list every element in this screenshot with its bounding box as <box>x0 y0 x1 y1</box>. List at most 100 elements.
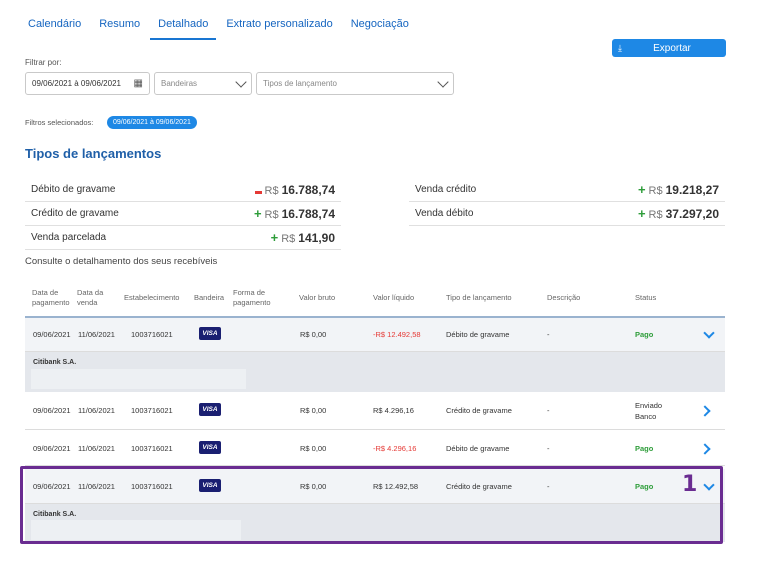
summary-value: 141,90 <box>298 230 335 245</box>
cell-description: - <box>547 444 550 453</box>
currency-symbol: R$ <box>281 232 296 245</box>
cell-gross: R$ 0,00 <box>300 444 327 453</box>
tab-negociacao[interactable]: Negociação <box>343 12 417 40</box>
chevron-right-icon[interactable] <box>699 443 711 455</box>
summary-value: 37.297,20 <box>665 206 719 221</box>
selected-filter-chip[interactable]: 09/06/2021 à 09/06/2021 <box>107 116 197 129</box>
cell-establishment: 1003716021 <box>131 406 173 415</box>
plus-icon: + <box>270 229 279 245</box>
currency-symbol: R$ <box>264 208 279 221</box>
summary-label: Venda crédito <box>415 184 477 195</box>
summary-amount: + R$ 16.788,74 <box>254 207 335 221</box>
summary-label: Débito de gravame <box>31 184 116 195</box>
cell-sale-date: 11/06/2021 <box>78 444 115 453</box>
minus-icon <box>254 190 262 194</box>
cell-pay-date: 09/06/2021 <box>33 406 71 415</box>
section-title: Tipos de lançamentos <box>25 146 162 161</box>
visa-logo: VISA <box>199 441 221 454</box>
summary-row-venda-credito: Venda crédito + R$ 19.218,27 <box>409 178 725 202</box>
entry-types-select[interactable]: Tipos de lançamento <box>256 72 454 95</box>
status-line: Enviado <box>635 401 663 410</box>
header-line: pagamento <box>233 298 271 307</box>
status-badge: Enviado Banco <box>635 400 662 422</box>
summary-label: Venda débito <box>415 208 474 219</box>
header-line: Forma de <box>233 288 266 297</box>
status-badge: Pago <box>635 330 654 339</box>
chevron-down-icon[interactable] <box>703 327 715 339</box>
header-data-pagamento: Data de pagamento <box>32 288 70 308</box>
summary-value: 16.788,74 <box>281 182 335 197</box>
cell-type: Débito de gravame <box>446 444 510 453</box>
plus-icon: + <box>637 205 646 221</box>
summary-row-debito-gravame: Débito de gravame R$ 16.788,74 <box>25 178 341 202</box>
cell-type: Crédito de gravame <box>446 406 512 415</box>
download-icon: ⤓ <box>618 42 622 53</box>
tab-bar: Calendário Resumo Detalhado Extrato pers… <box>20 12 417 40</box>
tab-calendario[interactable]: Calendário <box>20 12 89 40</box>
currency-symbol: R$ <box>648 184 663 197</box>
detail-subtitle: Consulte o detalhamento dos seus recebív… <box>25 256 218 267</box>
filter-label: Filtrar por: <box>25 58 62 67</box>
summary-row-venda-debito: Venda débito + R$ 37.297,20 <box>409 202 725 226</box>
summary-amount: + R$ 37.297,20 <box>638 207 719 221</box>
detail-placeholder <box>31 369 246 389</box>
header-descricao: Descrição <box>547 293 581 302</box>
tab-detalhado[interactable]: Detalhado <box>150 12 217 40</box>
summary-label: Venda parcelada <box>31 232 107 243</box>
status-badge: Pago <box>635 444 654 453</box>
visa-logo: VISA <box>199 403 221 416</box>
summary-amount: R$ 16.788,74 <box>254 182 335 197</box>
export-button[interactable]: ⤓ Exportar <box>612 39 726 57</box>
table-row[interactable]: 09/06/2021 11/06/2021 1003716021 VISA R$… <box>25 392 725 430</box>
header-line: pagamento <box>32 298 70 307</box>
flags-select[interactable]: Bandeiras <box>154 72 252 95</box>
date-range-field[interactable]: 09/06/2021 à 09/06/2021 ▦ <box>25 72 150 95</box>
summary-amount: + R$ 141,90 <box>271 231 335 245</box>
detail-bank-name: Citibank S.A. <box>33 359 77 366</box>
plus-icon: + <box>637 181 646 197</box>
currency-symbol: R$ <box>264 184 279 197</box>
header-line: Data de <box>32 288 59 297</box>
annotation-marker: 1 <box>682 472 698 497</box>
summary-value: 16.788,74 <box>281 206 335 221</box>
cell-net: -R$ 4.296,16 <box>373 444 417 453</box>
date-range-value: 09/06/2021 à 09/06/2021 <box>32 79 121 88</box>
cell-gross: R$ 0,00 <box>300 406 327 415</box>
summary-row-credito-gravame: Crédito de gravame + R$ 16.788,74 <box>25 202 341 226</box>
entry-types-placeholder: Tipos de lançamento <box>263 79 337 88</box>
header-data-venda: Data da venda <box>77 288 103 308</box>
visa-logo: VISA <box>199 327 221 340</box>
cell-pay-date: 09/06/2021 <box>33 444 71 453</box>
summary-label: Crédito de gravame <box>31 208 119 219</box>
cell-pay-date: 09/06/2021 <box>33 330 71 339</box>
cell-gross: R$ 0,00 <box>300 330 327 339</box>
cell-type: Débito de gravame <box>446 330 510 339</box>
header-estabelecimento: Estabelecimento <box>124 293 180 302</box>
summary-amount: + R$ 19.218,27 <box>638 183 719 197</box>
summary-value: 19.218,27 <box>665 182 719 197</box>
cell-sale-date: 11/06/2021 <box>78 330 115 339</box>
table-row[interactable]: 09/06/2021 11/06/2021 1003716021 VISA R$… <box>25 318 725 352</box>
header-valor-liquido: Valor líquido <box>373 293 415 302</box>
header-valor-bruto: Valor bruto <box>299 293 336 302</box>
highlight-box <box>20 466 723 544</box>
header-line: venda <box>77 298 98 307</box>
export-button-label: Exportar <box>653 42 691 54</box>
header-bandeira: Bandeira <box>194 293 225 302</box>
chevron-down-icon <box>437 75 449 88</box>
tab-extrato-personalizado[interactable]: Extrato personalizado <box>218 12 340 40</box>
table-row[interactable]: 09/06/2021 11/06/2021 1003716021 VISA R$… <box>25 430 725 466</box>
tab-resumo[interactable]: Resumo <box>91 12 148 40</box>
header-forma-pagamento: Forma de pagamento <box>233 288 271 308</box>
row-detail-panel: Citibank S.A. <box>25 352 725 392</box>
cell-description: - <box>547 330 550 339</box>
summary-row-venda-parcelada: Venda parcelada + R$ 141,90 <box>25 226 341 250</box>
cell-sale-date: 11/06/2021 <box>78 406 115 415</box>
plus-icon: + <box>253 205 262 221</box>
status-line: Banco <box>635 412 657 421</box>
calendar-icon: ▦ <box>133 78 143 89</box>
cell-establishment: 1003716021 <box>131 330 173 339</box>
chevron-right-icon[interactable] <box>699 405 711 417</box>
cell-establishment: 1003716021 <box>131 444 173 453</box>
cell-description: - <box>547 406 550 415</box>
